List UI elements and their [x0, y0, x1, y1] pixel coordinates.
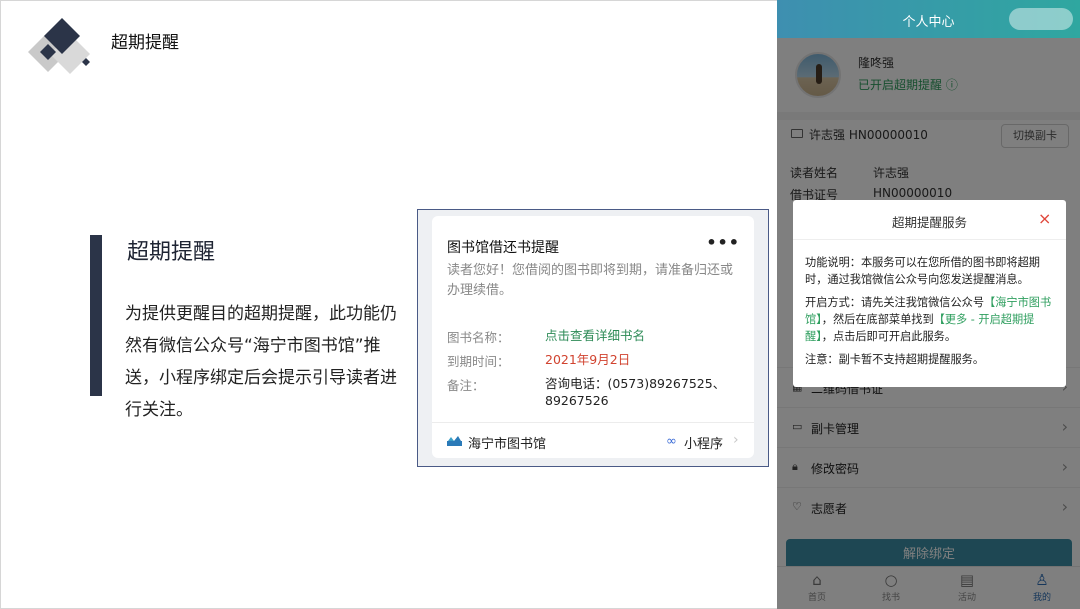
mini-program-icon: ∞ — [666, 434, 677, 449]
page-title: 超期提醒 — [111, 33, 179, 53]
dialog-instructions: 开启方式：请先关注我馆微信公众号【海宁市图书馆】，然后在底部菜单找到【更多 - … — [805, 294, 1055, 345]
mini-program-label: 小程序 — [684, 437, 724, 452]
library-name: 海宁市图书馆 — [468, 437, 547, 452]
capsule-button[interactable] — [1009, 8, 1073, 30]
book-link[interactable]: 点击查看详细书名 — [545, 327, 745, 344]
dialog-description: 功能说明：本服务可以在您所借的图书即将超期时，通过我馆微信公众号向您发送提醒消息… — [805, 256, 1040, 286]
feature-heading: 超期提醒 — [127, 240, 216, 265]
instructions-text: ，然后在底部菜单找到 — [821, 313, 934, 326]
close-icon[interactable]: × — [1038, 209, 1051, 228]
dialog-header: 超期提醒服务 × — [793, 200, 1066, 240]
chevron-right-icon: › — [733, 432, 739, 448]
more-icon[interactable]: ••• — [706, 233, 740, 252]
field-label-note: 备注： — [447, 378, 485, 393]
library-logo-icon — [447, 436, 462, 446]
notice-card: 图书馆借还书提醒 ••• 读者您好！您借阅的图书即将到期，请准备归还或办理续借。… — [432, 216, 754, 458]
accent-bar — [90, 235, 102, 396]
instructions-text: ，点击后即可开启此服务。 — [821, 330, 957, 343]
notice-footer[interactable]: 海宁市图书馆 ∞ 小程序 › — [432, 422, 754, 458]
dialog-body: 功能说明：本服务可以在您所借的图书即将超期时，通过我馆微信公众号向您发送提醒消息… — [805, 254, 1055, 374]
notice-title: 图书馆借还书提醒 — [447, 240, 559, 256]
notice-greeting: 读者您好！您借阅的图书即将到期，请准备归还或办理续借。 — [447, 263, 734, 298]
reminder-dialog: 超期提醒服务 × 功能说明：本服务可以在您所借的图书即将超期时，通过我馆微信公众… — [793, 200, 1066, 387]
dialog-note: 注意：副卡暂不支持超期提醒服务。 — [805, 353, 985, 366]
logo-icon — [28, 18, 90, 74]
notice-screenshot: 图书馆借还书提醒 ••• 读者您好！您借阅的图书即将到期，请准备归还或办理续借。… — [417, 209, 769, 467]
feature-description: 为提供更醒目的超期提醒，此功能仍然有微信公众号“海宁市图书馆”推送，小程序绑定后… — [125, 304, 397, 420]
phone-screen: 个人中心 隆咚强 已开启超期提醒 ⓘ 许志强 HN00000010 切换副卡 读… — [777, 0, 1080, 609]
note-value: 咨询电话：(0573)89267525、89267526 — [545, 376, 726, 408]
field-label-due: 到期时间： — [447, 354, 510, 369]
phone-header: 个人中心 — [777, 0, 1080, 38]
dialog-title: 超期提醒服务 — [891, 215, 967, 230]
field-label-book: 图书名称： — [447, 330, 510, 345]
instructions-text: 开启方式：请先关注我馆微信公众号 — [805, 296, 985, 309]
due-date: 2021年9月2日 — [545, 352, 631, 367]
